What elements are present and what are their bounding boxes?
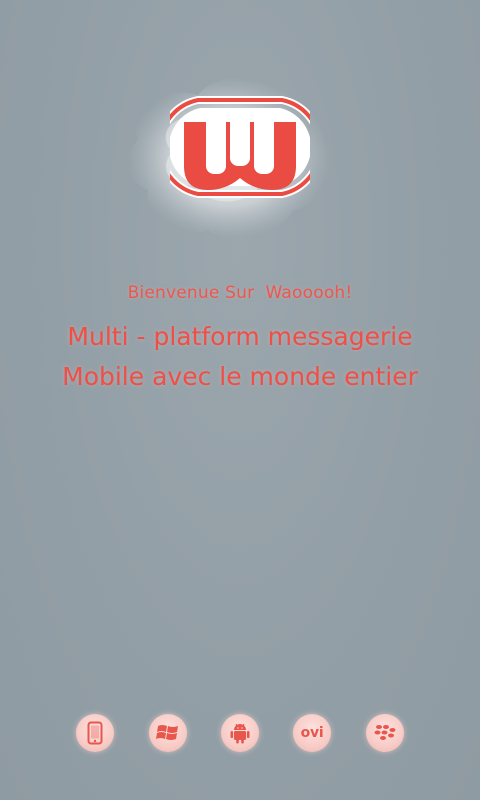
android-icon <box>230 723 250 744</box>
blackberry-icon <box>374 725 396 740</box>
waooooh-logo <box>170 96 310 198</box>
tagline-line-1: Multi - platform messagerie <box>67 322 413 351</box>
android-platform-button[interactable] <box>221 714 259 752</box>
windows-icon <box>156 725 178 740</box>
ovi-icon: ovi <box>300 725 324 741</box>
platform-bar: ovi <box>0 714 480 754</box>
windows-platform-button[interactable] <box>149 714 187 752</box>
blackberry-platform-button[interactable] <box>366 714 404 752</box>
phone-icon <box>87 721 103 745</box>
splash-screen: Bienvenue Sur Waooooh! Multi - platform … <box>0 0 480 800</box>
welcome-text: Bienvenue Sur Waooooh! <box>127 283 353 303</box>
tagline-line-2: Mobile avec le monde entier <box>62 362 418 391</box>
ovi-platform-button[interactable]: ovi <box>293 714 331 752</box>
phone-platform-button[interactable] <box>76 714 114 752</box>
